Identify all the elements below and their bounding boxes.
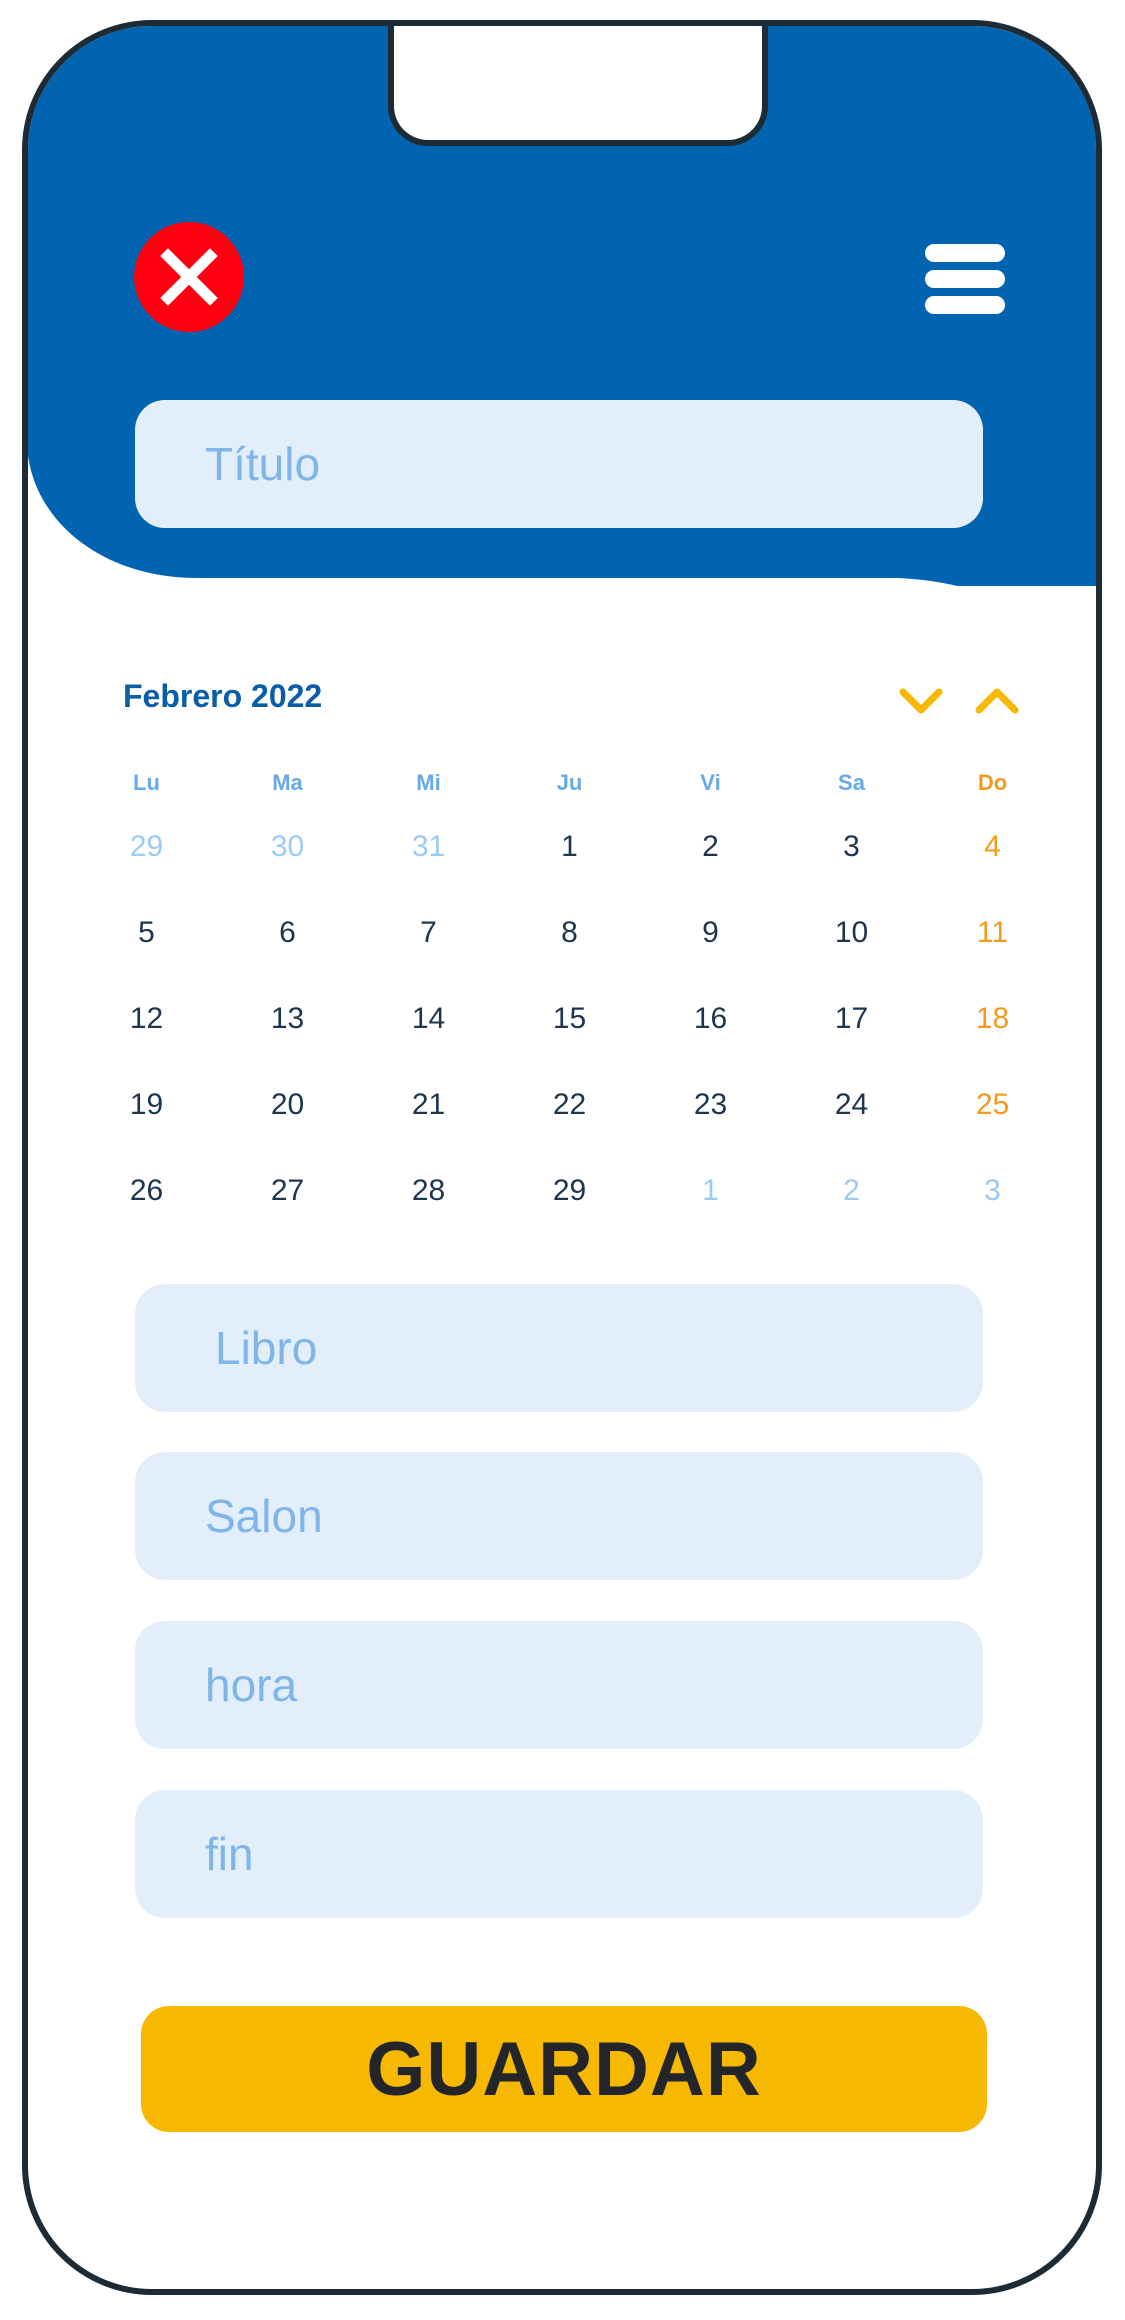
hora-input[interactable]: hora	[135, 1621, 983, 1749]
phone-notch	[388, 26, 768, 146]
weekday-label: Mi	[416, 770, 441, 795]
weekday-label: Ju	[556, 770, 583, 795]
calendar-day[interactable]: 19	[76, 1062, 217, 1148]
calendar-day[interactable]: 11	[922, 890, 1063, 976]
calendar-day[interactable]: 3	[781, 804, 922, 890]
calendar-day[interactable]: 14	[358, 976, 499, 1062]
calendar-day[interactable]: 29	[76, 804, 217, 890]
calendar-day[interactable]: 29	[499, 1148, 640, 1234]
weekday-label: Do	[977, 770, 1008, 795]
calendar-day[interactable]: 9	[640, 890, 781, 976]
salon-input[interactable]: Salon	[135, 1452, 983, 1580]
calendar-day[interactable]: 20	[217, 1062, 358, 1148]
calendar-day[interactable]: 18	[922, 976, 1063, 1062]
calendar-day[interactable]: 31	[358, 804, 499, 890]
calendar-day[interactable]: 24	[781, 1062, 922, 1148]
calendar-week-row: 29 30 31 1 2 3 4	[76, 804, 1086, 890]
calendar-day[interactable]: 2	[640, 804, 781, 890]
calendar-week-row: 5 6 7 8 9 10 11	[76, 890, 1086, 976]
calendar-week-row: 26 27 28 29 1 2 3	[76, 1148, 1086, 1234]
calendar-day[interactable]: 22	[499, 1062, 640, 1148]
calendar-day[interactable]: 26	[76, 1148, 217, 1234]
calendar-day[interactable]: 12	[76, 976, 217, 1062]
calendar-day[interactable]: 1	[499, 804, 640, 890]
fin-input[interactable]: fin	[135, 1790, 983, 1918]
calendar-day[interactable]: 25	[922, 1062, 1063, 1148]
hamburger-menu-icon	[925, 296, 1005, 314]
calendar-day[interactable]: 5	[76, 890, 217, 976]
weekday-label: Lu	[133, 770, 160, 795]
calendar-day[interactable]: 30	[217, 804, 358, 890]
calendar-month-label: Febrero 2022	[123, 678, 323, 714]
calendar-grid: Lu Ma Mi Ju Vi Sa Do 29 30 31 1 2 3 4 5 …	[76, 762, 1086, 1234]
save-button[interactable]: GUARDAR	[141, 2006, 987, 2132]
calendar-day[interactable]: 28	[358, 1148, 499, 1234]
close-button[interactable]	[134, 222, 244, 332]
calendar-day[interactable]: 10	[781, 890, 922, 976]
chevron-down-icon[interactable]	[898, 686, 944, 716]
calendar-day[interactable]: 8	[499, 890, 640, 976]
calendar-day[interactable]: 27	[217, 1148, 358, 1234]
weekday-label: Ma	[272, 770, 303, 795]
calendar-day[interactable]: 3	[922, 1148, 1063, 1234]
libro-input[interactable]: Libro	[135, 1284, 983, 1412]
title-input[interactable]: Título	[135, 400, 983, 528]
calendar-day[interactable]: 21	[358, 1062, 499, 1148]
calendar-weekday-row: Lu Ma Mi Ju Vi Sa Do	[76, 762, 1086, 804]
calendar-day[interactable]: 16	[640, 976, 781, 1062]
close-icon	[160, 248, 218, 306]
calendar-day[interactable]: 4	[922, 804, 1063, 890]
calendar-day[interactable]: 7	[358, 890, 499, 976]
hamburger-menu-icon	[925, 244, 1005, 262]
phone-frame: Título Febrero 2022 Lu Ma Mi Ju Vi Sa Do…	[22, 20, 1102, 2295]
menu-button[interactable]	[925, 244, 1005, 314]
calendar-day[interactable]: 13	[217, 976, 358, 1062]
weekday-label: Sa	[838, 770, 865, 795]
calendar-day[interactable]: 15	[499, 976, 640, 1062]
calendar-day[interactable]: 1	[640, 1148, 781, 1234]
calendar-day[interactable]: 17	[781, 976, 922, 1062]
calendar-day[interactable]: 6	[217, 890, 358, 976]
chevron-up-icon[interactable]	[974, 686, 1020, 716]
hamburger-menu-icon	[925, 270, 1005, 288]
weekday-label: Vi	[700, 770, 721, 795]
calendar-day[interactable]: 2	[781, 1148, 922, 1234]
calendar-week-row: 19 20 21 22 23 24 25	[76, 1062, 1086, 1148]
calendar-day[interactable]: 23	[640, 1062, 781, 1148]
calendar-week-row: 12 13 14 15 16 17 18	[76, 976, 1086, 1062]
